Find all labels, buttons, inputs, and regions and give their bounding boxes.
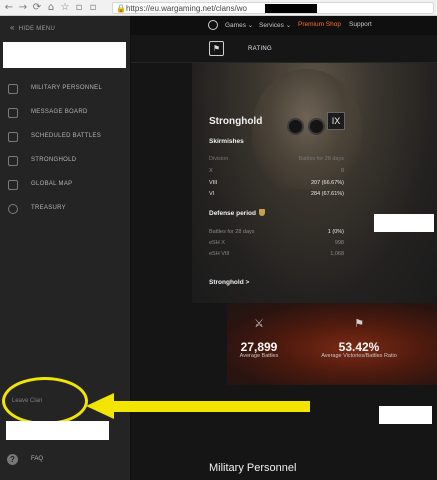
- table-row: VIII 207 (66.67%): [209, 180, 344, 186]
- annotation-arrow: [86, 393, 310, 419]
- coins-icon: [8, 204, 18, 214]
- sidebar-item-global-map[interactable]: GLOBAL MAP: [0, 174, 130, 196]
- crossed-swords-icon: ⚔: [254, 317, 264, 330]
- victories-ratio-label: Average Victories/Battles Ratio: [321, 353, 397, 359]
- redaction-box: [3, 42, 126, 68]
- browser-toolbar: ← → ⟳ ⌂ ☆ ▫ ▫ 🔒 https://eu.wargaming.net…: [0, 0, 437, 16]
- table-row: Battles for 28 days 1 (0%): [209, 229, 344, 235]
- home-icon[interactable]: ⌂: [45, 2, 57, 14]
- stronghold-link[interactable]: Stronghold >: [209, 279, 249, 286]
- tab-rating[interactable]: RATING: [248, 46, 272, 52]
- sidebar-item-stronghold[interactable]: STRONGHOLD: [0, 150, 130, 172]
- stats-banner: ⚔ 27,899 Average Battles ⚑ 53.42% Averag…: [227, 303, 437, 385]
- binoculars-illustration: [287, 118, 327, 136]
- table-row: VI 284 (67.61%): [209, 191, 344, 197]
- defense-period-title: Defense period: [209, 209, 265, 217]
- reload-icon[interactable]: ⟳: [31, 2, 43, 14]
- sidebar-item-message-board[interactable]: MESSAGE BOARD: [0, 102, 130, 124]
- support-link[interactable]: Support: [349, 21, 372, 28]
- flag-icon: ⚑: [354, 317, 364, 330]
- forward-icon[interactable]: →: [17, 2, 29, 14]
- personnel-icon: [8, 84, 18, 94]
- services-menu[interactable]: Services ⌄: [259, 21, 291, 29]
- victories-ratio-value: 53.42%: [338, 340, 380, 354]
- section-title-military-personnel: Military Personnel: [209, 462, 297, 474]
- redaction-box: [6, 421, 109, 440]
- faq-link[interactable]: FAQ: [31, 456, 43, 462]
- redaction-box: [374, 214, 434, 232]
- sidebar-item-treasury[interactable]: TREASURY: [0, 198, 130, 220]
- crossed-swords-icon: [8, 132, 18, 142]
- question-icon[interactable]: ?: [7, 454, 18, 465]
- average-battles-value: 27,899: [240, 340, 278, 354]
- premium-shop-link[interactable]: Premium Shop: [298, 21, 341, 28]
- skirmishes-title: Skirmishes: [209, 138, 244, 145]
- sidebar-item-scheduled-battles[interactable]: SCHEDULED BATTLES: [0, 126, 130, 148]
- table-row: eSH X 998: [209, 240, 344, 246]
- clan-emblem-icon[interactable]: ⚑: [209, 41, 224, 56]
- fortress-icon: [8, 156, 18, 166]
- redaction-box: [265, 4, 317, 13]
- table-row: X 0: [209, 168, 344, 174]
- games-menu[interactable]: Games ⌄: [225, 21, 253, 29]
- back-icon[interactable]: ←: [3, 2, 15, 14]
- extension-icon[interactable]: ▫: [87, 2, 99, 14]
- table-row: eSH VIII 1,068: [209, 251, 344, 257]
- shield-icon: [258, 209, 265, 216]
- hide-menu-button[interactable]: «HIDE MENU: [10, 23, 55, 32]
- address-text: https://eu.wargaming.net/clans/wo: [126, 4, 247, 13]
- address-bar[interactable]: 🔒 https://eu.wargaming.net/clans/wo: [112, 2, 434, 14]
- top-navigation: Games ⌄ Services ⌄ Premium Shop Support: [131, 16, 437, 35]
- redaction-box: [379, 406, 432, 424]
- average-battles-label: Average Battles: [239, 353, 279, 359]
- lock-icon: 🔒: [116, 4, 126, 13]
- bookmark-icon[interactable]: ☆: [59, 2, 71, 14]
- message-board-icon: [8, 108, 18, 118]
- clan-header: ⚑ RATING: [131, 35, 437, 63]
- stronghold-title: Stronghold: [209, 116, 263, 127]
- leave-clan-link[interactable]: Leave Clan: [12, 398, 42, 404]
- tier-badge: IX: [327, 112, 345, 130]
- chevron-left-icon: «: [10, 23, 15, 32]
- sidebar-item-military-personnel[interactable]: MILITARY PERSONNEL: [0, 78, 130, 100]
- extension-icon[interactable]: ▫: [73, 2, 85, 14]
- wargaming-logo-icon[interactable]: [208, 20, 218, 30]
- skirmishes-header: Division Battles for 28 days: [209, 156, 344, 162]
- globe-map-icon: [8, 180, 18, 190]
